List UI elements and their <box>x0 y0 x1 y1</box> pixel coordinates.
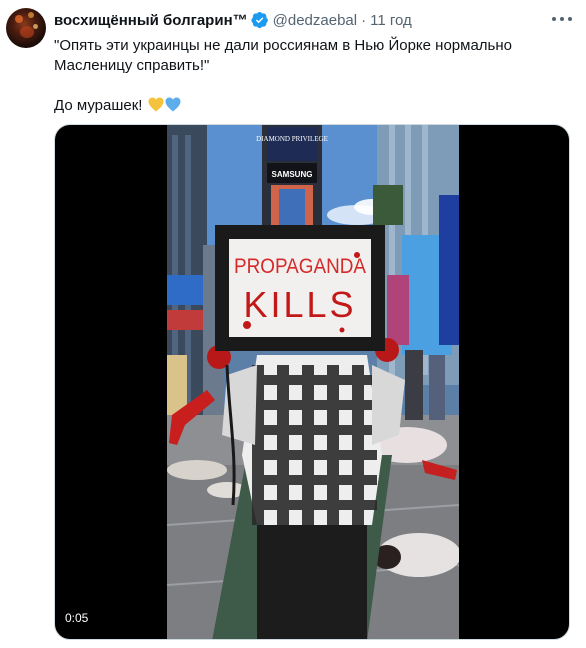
video-player[interactable]: DIAMOND PRIVILEGE SAMSUNG PROPAGANDA KIL… <box>54 124 570 640</box>
avatar[interactable] <box>6 8 46 48</box>
tweet-text-line: "Опять эти украинцы не дали россиянам в … <box>54 37 512 54</box>
blue-heart-icon <box>165 97 181 112</box>
tweet-header: восхищённый болгарин™ @dedzaebal · 11 го… <box>54 10 412 30</box>
billboard-samsung-text: SAMSUNG <box>272 170 313 179</box>
tweet-text-line: До мурашек! <box>54 97 143 114</box>
timestamp-link[interactable]: 11 год <box>370 12 412 29</box>
sign-line-1: PROPAGANDA <box>234 255 366 278</box>
billboard-top-text: DIAMOND PRIVILEGE <box>256 135 328 143</box>
verified-badge-icon <box>251 11 268 29</box>
tweet-text-line: Масленицу справить!" <box>54 57 210 74</box>
tweet: восхищённый болгарин™ @dedzaebal · 11 го… <box>0 0 586 648</box>
separator: · <box>361 11 367 29</box>
yellow-heart-icon <box>148 97 164 112</box>
display-name[interactable]: восхищённый болгарин™ <box>54 12 248 29</box>
handle[interactable]: @dedzaebal <box>273 12 357 29</box>
sign-line-2: KILLS <box>243 284 356 325</box>
tweet-text: "Опять эти украинцы не дали россиянам в … <box>54 36 564 116</box>
video-still: DIAMOND PRIVILEGE SAMSUNG PROPAGANDA KIL… <box>167 125 459 639</box>
tweet-text-line-emoji: До мурашек! <box>54 96 564 116</box>
video-frame[interactable]: DIAMOND PRIVILEGE SAMSUNG PROPAGANDA KIL… <box>167 125 459 639</box>
more-options-icon[interactable] <box>552 12 572 26</box>
video-timestamp: 0:05 <box>65 611 89 625</box>
